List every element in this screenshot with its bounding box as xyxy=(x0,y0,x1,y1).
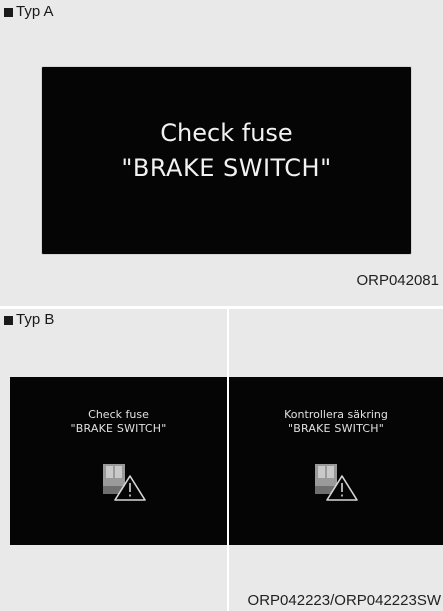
section-marker-icon xyxy=(4,7,13,17)
fuse-warning-icon xyxy=(315,464,358,501)
typ-b-right-message-line1: Kontrollera säkring xyxy=(284,408,388,421)
typ-b-left-half: Typ B Check fuse "BRAKE SWITCH" xyxy=(0,309,227,611)
typ-b-right-half: Kontrollera säkring "BRAKE SWITCH" xyxy=(229,309,443,611)
typ-b-label: Typ B xyxy=(16,311,55,328)
fuse-warning-icon xyxy=(103,464,146,501)
typ-b-figure-code: ORP042223/ORP042223SW xyxy=(247,592,441,609)
typ-a-message-line1: Check fuse xyxy=(160,119,293,147)
typ-b-right-message-line2: "BRAKE SWITCH" xyxy=(288,422,384,435)
typ-a-message-line2: "BRAKE SWITCH" xyxy=(121,154,332,182)
section-marker-icon xyxy=(4,315,13,325)
typ-b-left-message-line1: Check fuse xyxy=(88,408,149,421)
typ-a-display: Check fuse "BRAKE SWITCH" xyxy=(41,66,412,255)
typ-b-right-display: Kontrollera säkring "BRAKE SWITCH" xyxy=(229,377,443,545)
typ-a-heading: Typ A xyxy=(4,4,54,20)
typ-b-left-message-line2: "BRAKE SWITCH" xyxy=(70,422,167,435)
typ-b-panel: Typ B Check fuse "BRAKE SWITCH" Kontroll… xyxy=(0,309,443,611)
typ-b-heading: Typ B xyxy=(4,312,54,328)
typ-a-figure-code: ORP042081 xyxy=(356,272,439,289)
typ-a-panel: Typ A Check fuse "BRAKE SWITCH" ORP04208… xyxy=(0,0,443,306)
typ-a-label: Typ A xyxy=(16,3,54,20)
typ-b-left-display: Check fuse "BRAKE SWITCH" xyxy=(10,377,227,545)
